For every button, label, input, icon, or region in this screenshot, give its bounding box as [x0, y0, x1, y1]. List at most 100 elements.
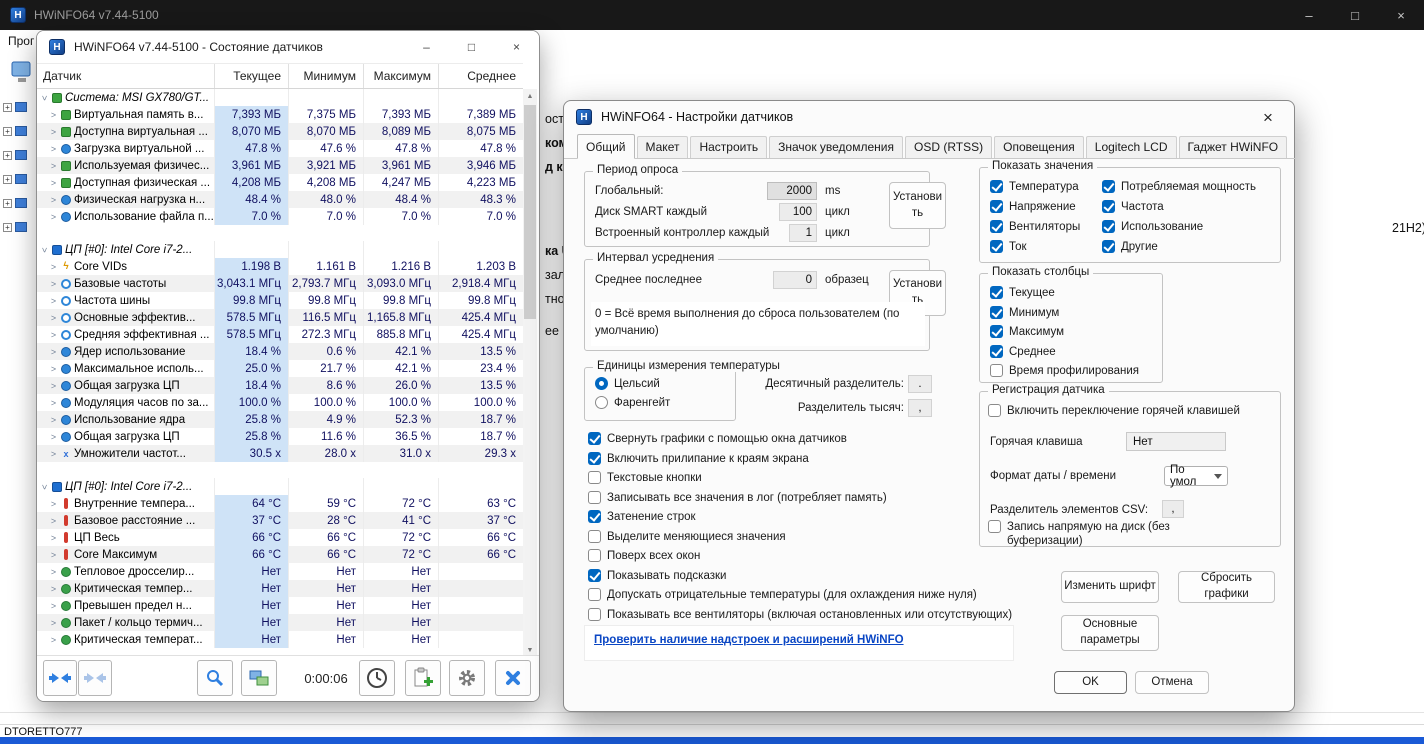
main-toolbar-icon[interactable] — [10, 58, 34, 88]
sensor-row[interactable]: >Частота шины99.8 МГц99.8 МГц99.8 МГц99.… — [37, 292, 523, 309]
settings-button[interactable] — [449, 660, 485, 696]
expand-arrow-icon[interactable]: > — [49, 398, 58, 408]
sensor-row[interactable]: >Общая загрузка ЦП18.4 %8.6 %26.0 %13.5 … — [37, 377, 523, 394]
nav-arrows-disabled-button[interactable] — [78, 660, 112, 696]
tree-node-fragment[interactable]: + — [3, 102, 27, 112]
main-menu-fragment[interactable]: Прог — [8, 34, 34, 48]
expand-arrow-icon[interactable]: > — [49, 195, 58, 205]
checkbox[interactable] — [588, 452, 601, 465]
expand-arrow-icon[interactable]: > — [49, 499, 58, 509]
maximize-button[interactable]: □ — [449, 31, 494, 63]
minimize-button[interactable]: – — [1286, 0, 1332, 30]
close-button[interactable]: × — [1252, 106, 1284, 130]
settings-tab[interactable]: Настроить — [690, 136, 767, 158]
column-header-current[interactable]: Текущее — [215, 64, 289, 88]
sensor-row[interactable]: >Превышен предел н...НетНетНет — [37, 597, 523, 614]
expand-arrow-icon[interactable]: > — [49, 364, 58, 374]
sensor-row[interactable]: >Используемая физичес...3,961 МБ3,921 МБ… — [37, 157, 523, 174]
checkbox[interactable] — [990, 325, 1003, 338]
settings-tab[interactable]: OSD (RTSS) — [905, 136, 992, 158]
expand-arrow-icon[interactable]: > — [49, 262, 58, 272]
sensor-row[interactable]: >Ядер использование18.4 %0.6 %42.1 %13.5… — [37, 343, 523, 360]
expand-arrow-icon[interactable]: > — [40, 93, 50, 102]
sensor-scan-button[interactable] — [197, 660, 233, 696]
sensor-row[interactable]: >Доступная физическая ...4,208 МБ4,208 М… — [37, 174, 523, 191]
checkbox[interactable] — [990, 240, 1003, 253]
sensor-row[interactable]: >Базовые частоты3,043.1 МГц2,793.7 МГц3,… — [37, 275, 523, 292]
checkbox[interactable] — [990, 345, 1003, 358]
sensor-row[interactable]: >Виртуальная память в...7,393 МБ7,375 МБ… — [37, 106, 523, 123]
expand-plus-icon[interactable]: + — [3, 127, 12, 136]
decimal-separator-field[interactable]: . — [908, 375, 932, 393]
checkbox[interactable] — [990, 286, 1003, 299]
checkbox[interactable] — [588, 510, 601, 523]
settings-tab[interactable]: Общий — [577, 134, 635, 159]
sensor-row[interactable]: >Максимальное исполь...25.0 %21.7 %42.1 … — [37, 360, 523, 377]
checkbox[interactable] — [990, 220, 1003, 233]
taskbar-strip[interactable] — [0, 737, 1424, 744]
tree-node-fragment[interactable]: + — [3, 150, 27, 160]
tree-node-fragment[interactable]: + — [3, 222, 27, 232]
checkbox[interactable] — [588, 530, 601, 543]
checkbox[interactable] — [990, 180, 1003, 193]
expand-plus-icon[interactable]: + — [3, 151, 12, 160]
settings-tab[interactable]: Logitech LCD — [1086, 136, 1177, 158]
checkbox[interactable] — [588, 608, 601, 621]
sensor-row[interactable]: >Использование файла п...7.0 %7.0 %7.0 %… — [37, 208, 523, 225]
expand-arrow-icon[interactable]: > — [49, 533, 58, 543]
polling-value-field[interactable]: 100 — [779, 203, 817, 221]
close-sensors-button[interactable] — [495, 660, 531, 696]
expand-arrow-icon[interactable]: > — [49, 449, 58, 459]
column-header-maximum[interactable]: Максимум — [364, 64, 439, 88]
polling-value-field[interactable]: 1 — [789, 224, 817, 242]
expand-arrow-icon[interactable]: > — [49, 618, 58, 628]
monitors-button[interactable] — [241, 660, 277, 696]
ok-button[interactable]: OK — [1054, 671, 1127, 694]
checkbox[interactable] — [990, 306, 1003, 319]
checkbox[interactable] — [1102, 200, 1115, 213]
sensor-row[interactable]: >Тепловое дросселир...НетНетНет — [37, 563, 523, 580]
hotkey-toggle-checkbox[interactable] — [988, 404, 1001, 417]
expand-arrow-icon[interactable]: > — [49, 601, 58, 611]
check-addons-link[interactable]: Проверить наличие надстроек и расширений… — [594, 634, 904, 646]
sensor-row[interactable]: >Критическая температ...НетНетНет — [37, 631, 523, 648]
direct-write-checkbox[interactable] — [988, 520, 1001, 533]
expand-arrow-icon[interactable]: > — [49, 178, 58, 188]
expand-plus-icon[interactable]: + — [3, 199, 12, 208]
cancel-button[interactable]: Отмена — [1135, 671, 1209, 694]
settings-tab[interactable]: Гаджет HWiNFO — [1179, 136, 1288, 158]
settings-tab[interactable]: Макет — [637, 136, 689, 158]
clock-button[interactable] — [359, 660, 395, 696]
csv-separator-field[interactable]: , — [1162, 500, 1184, 518]
sensor-row[interactable]: >xУмножители частот...30.5 x28.0 x31.0 x… — [37, 445, 523, 462]
sensor-row[interactable]: >Средняя эффективная ...578.5 МГц272.3 М… — [37, 326, 523, 343]
expand-arrow-icon[interactable]: > — [40, 482, 50, 491]
radio-button[interactable] — [595, 377, 608, 390]
sensor-row[interactable]: >Общая загрузка ЦП25.8 %11.6 %36.5 %18.7… — [37, 428, 523, 445]
sensor-row[interactable]: >Core Максимум66 °C66 °C72 °C66 °C — [37, 546, 523, 563]
settings-tab[interactable]: Значок уведомления — [769, 136, 903, 158]
expand-arrow-icon[interactable]: > — [49, 584, 58, 594]
expand-arrow-icon[interactable]: > — [49, 144, 58, 154]
expand-arrow-icon[interactable]: > — [49, 567, 58, 577]
expand-arrow-icon[interactable]: > — [49, 550, 58, 560]
minimize-button[interactable]: – — [404, 31, 449, 63]
expand-arrow-icon[interactable]: > — [49, 347, 58, 357]
maximize-button[interactable]: □ — [1332, 0, 1378, 30]
tree-node-fragment[interactable]: + — [3, 198, 27, 208]
sensor-row[interactable]: >ЦП Весь66 °C66 °C72 °C66 °C — [37, 529, 523, 546]
polling-value-field[interactable]: 2000 — [767, 182, 817, 200]
sensor-row[interactable]: >ϟCore VIDs1.198 В1.161 В1.216 В1.203 В — [37, 258, 523, 275]
expand-plus-icon[interactable]: + — [3, 103, 12, 112]
checkbox[interactable] — [588, 432, 601, 445]
averaging-value-field[interactable]: 0 — [773, 271, 817, 289]
tree-node-fragment[interactable]: + — [3, 174, 27, 184]
hotkey-field[interactable]: Нет — [1126, 432, 1226, 451]
sensor-row[interactable]: >Основные эффектив...578.5 МГц116.5 МГц1… — [37, 309, 523, 326]
checkbox[interactable] — [1102, 240, 1115, 253]
checkbox[interactable] — [588, 569, 601, 582]
sensor-row[interactable]: >Критическая темпер...НетНетНет — [37, 580, 523, 597]
expand-arrow-icon[interactable]: > — [49, 110, 58, 120]
expand-arrow-icon[interactable]: > — [49, 296, 58, 306]
main-parameters-button[interactable]: Основные параметры — [1061, 615, 1159, 651]
